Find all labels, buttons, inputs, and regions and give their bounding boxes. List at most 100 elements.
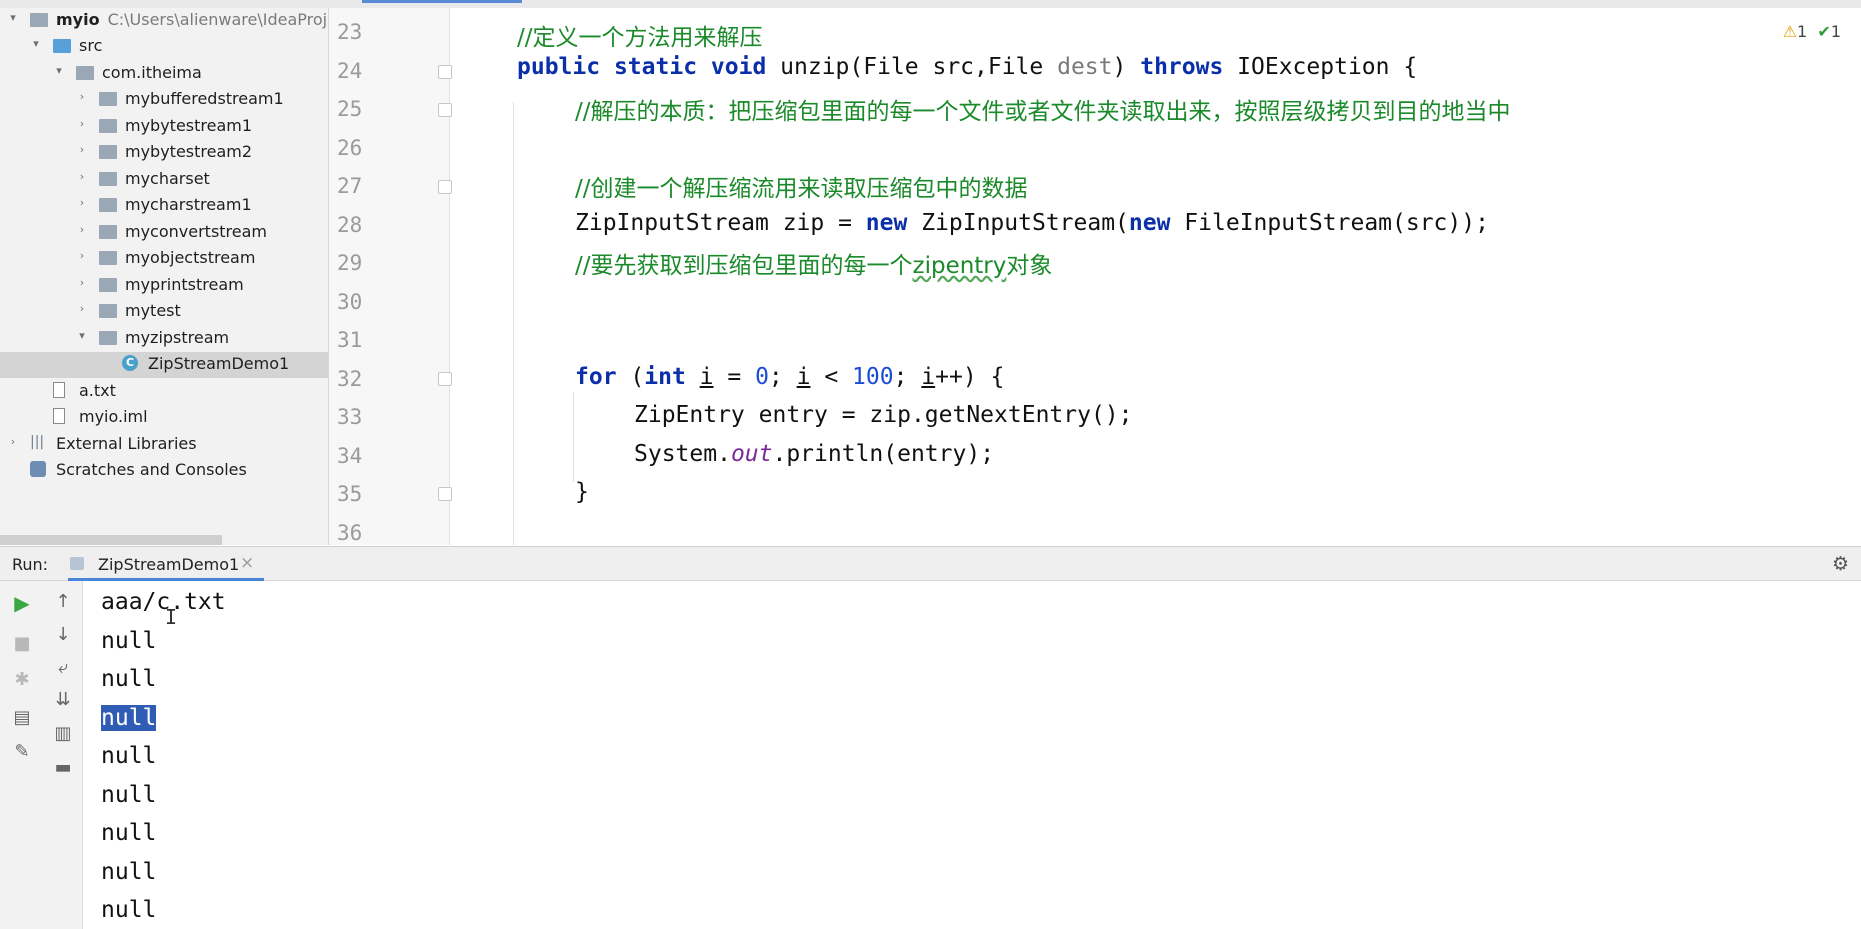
chevron-right-icon[interactable]: › bbox=[75, 117, 89, 133]
indent-guide bbox=[573, 392, 574, 482]
line-number: 32 bbox=[337, 366, 363, 391]
tree-item[interactable]: ▾ myzipstream bbox=[0, 326, 328, 352]
code-line-24: public static void unzip(File src,File d… bbox=[517, 54, 1418, 80]
editor-gutter: 23 24 25 26 27 28 29 30 31 32 33 34 35 36 bbox=[329, 8, 450, 545]
tree-item[interactable]: › mycharset bbox=[0, 167, 328, 193]
chevron-down-icon[interactable]: ▾ bbox=[29, 37, 43, 53]
folder-icon bbox=[99, 304, 117, 318]
folder-icon bbox=[99, 92, 117, 106]
pin-icon[interactable]: ✎ bbox=[0, 741, 44, 762]
scroll-down-button[interactable]: ↓ bbox=[44, 624, 82, 645]
folder-icon bbox=[99, 118, 117, 133]
tree-item[interactable]: a.txt bbox=[0, 379, 328, 405]
tree-item[interactable]: › myconvertstream bbox=[0, 220, 328, 246]
clear-all-icon[interactable]: ▬ bbox=[44, 757, 82, 778]
console-line: null bbox=[101, 743, 156, 769]
tree-item[interactable]: › mybufferedstream1 bbox=[0, 87, 328, 113]
tree-item[interactable]: › mybytestream2 bbox=[0, 140, 328, 166]
line-number: 28 bbox=[337, 212, 363, 237]
tree-root-myio[interactable]: ▾ myio C:\Users\alienware\IdeaProje bbox=[0, 8, 328, 34]
fold-marker[interactable] bbox=[438, 372, 452, 386]
console-line-text: null bbox=[101, 820, 157, 846]
tree-item[interactable]: › mytest bbox=[0, 299, 328, 325]
tree-item-label: mybytestream1 bbox=[125, 115, 253, 135]
folder-icon bbox=[99, 171, 117, 186]
run-label: Run: bbox=[12, 555, 49, 574]
text-cursor-icon: I bbox=[165, 605, 178, 629]
run-tool-window-header: Run: ZipStreamDemo1 × ⚙ bbox=[0, 546, 1861, 582]
debug-icon[interactable]: ✱ bbox=[0, 669, 44, 690]
window-top-strip bbox=[0, 0, 1861, 8]
line-number: 35 bbox=[337, 482, 363, 506]
tree-item[interactable]: › ||| External Libraries bbox=[0, 432, 328, 458]
tree-item[interactable]: › myprintstream bbox=[0, 273, 328, 299]
chevron-right-icon[interactable]: › bbox=[75, 249, 89, 265]
print-icon[interactable]: ▥ bbox=[44, 723, 82, 744]
fold-marker[interactable] bbox=[438, 487, 452, 501]
tree-item[interactable]: ▾ src bbox=[0, 34, 328, 60]
line-number: 30 bbox=[337, 289, 363, 314]
fold-marker[interactable] bbox=[438, 65, 452, 79]
run-toolbar-secondary: ↑ ↓ ⤶ ⇊ ▥ ▬ bbox=[44, 581, 83, 929]
scroll-up-button[interactable]: ↑ bbox=[44, 591, 82, 612]
tree-item-label: myconvertstream bbox=[125, 221, 268, 241]
project-tree[interactable]: ▾ myio C:\Users\alienware\IdeaProje ▾ src ▾… bbox=[0, 8, 329, 545]
chevron-down-icon[interactable]: ▾ bbox=[75, 329, 89, 345]
layout-icon[interactable]: ▤ bbox=[0, 707, 44, 728]
run-tab-label: ZipStreamDemo1 bbox=[98, 555, 240, 574]
chevron-down-icon[interactable]: ▾ bbox=[52, 64, 66, 80]
chevron-right-icon[interactable]: › bbox=[75, 276, 89, 292]
fold-marker[interactable] bbox=[438, 103, 452, 117]
chevron-right-icon[interactable]: › bbox=[75, 170, 89, 186]
warning-count: 1 bbox=[1797, 22, 1808, 41]
tree-item-label: mybufferedstream1 bbox=[125, 89, 284, 108]
tree-item[interactable]: › myobjectstream bbox=[0, 246, 328, 272]
chevron-down-icon[interactable]: ▾ bbox=[6, 11, 20, 27]
tree-item[interactable]: ▾ com.itheima bbox=[0, 61, 328, 87]
scroll-to-end-icon[interactable]: ⇊ bbox=[44, 689, 82, 710]
soft-wrap-icon[interactable]: ⤶ bbox=[44, 657, 82, 678]
console-line-text: null bbox=[101, 897, 157, 923]
chevron-right-icon[interactable]: › bbox=[6, 435, 20, 451]
weak-warning-count: 1 bbox=[1830, 22, 1841, 41]
tree-item[interactable]: Scratches and Consoles bbox=[0, 458, 328, 484]
chevron-right-icon[interactable]: › bbox=[75, 302, 89, 318]
weak-warning-icon: ✔ bbox=[1817, 22, 1831, 41]
folder-icon bbox=[99, 251, 117, 265]
console-line: null bbox=[101, 704, 157, 731]
tree-horizontal-scrollbar[interactable] bbox=[0, 535, 222, 545]
inspections-widget[interactable]: ⚠1 ✔1 bbox=[1783, 22, 1841, 41]
line-number: 36 bbox=[337, 520, 363, 545]
tree-item[interactable]: C ZipStreamDemo1 bbox=[0, 352, 328, 378]
chevron-right-icon[interactable]: › bbox=[75, 143, 89, 159]
gear-icon[interactable]: ⚙ bbox=[1832, 553, 1849, 575]
console-line: null bbox=[101, 628, 156, 654]
scratches-icon bbox=[30, 461, 46, 477]
rerun-button[interactable]: ▶ bbox=[0, 591, 44, 615]
fold-marker[interactable] bbox=[438, 180, 452, 194]
code-line-23: //定义一个方法用来解压 bbox=[517, 25, 763, 51]
tree-item[interactable]: › mybytestream1 bbox=[0, 114, 328, 140]
tree-item[interactable]: › mycharstream1 bbox=[0, 193, 328, 219]
chevron-right-icon[interactable]: › bbox=[75, 90, 89, 106]
tree-item-label: External Libraries bbox=[56, 433, 197, 453]
console-line-text: null bbox=[101, 781, 157, 808]
console-line-text: null bbox=[101, 743, 157, 769]
tree-item-label: com.itheima bbox=[102, 62, 202, 82]
close-icon[interactable]: × bbox=[240, 553, 254, 573]
console-line-text: null bbox=[101, 627, 157, 654]
run-tab-zipstreamdemo1[interactable]: ZipStreamDemo1 × bbox=[68, 547, 264, 582]
chevron-right-icon[interactable]: › bbox=[75, 223, 89, 239]
console-line: null bbox=[101, 820, 156, 846]
folder-icon bbox=[99, 277, 117, 292]
source-folder-icon bbox=[53, 39, 71, 53]
library-icon: ||| bbox=[30, 433, 45, 450]
console-line: null bbox=[101, 666, 156, 692]
tree-item[interactable]: myio.iml bbox=[0, 405, 328, 431]
file-icon bbox=[53, 408, 65, 424]
console-output[interactable]: aaa/c.txt null null null null null null null nul… bbox=[83, 581, 1861, 929]
chevron-right-icon[interactable]: › bbox=[75, 196, 89, 212]
stop-button[interactable]: ■ bbox=[0, 633, 44, 654]
code-editor[interactable]: //定义一个方法用来解压 public static void unzip(Fi… bbox=[450, 8, 1861, 545]
tree-item-label: myobjectstream bbox=[125, 248, 256, 267]
